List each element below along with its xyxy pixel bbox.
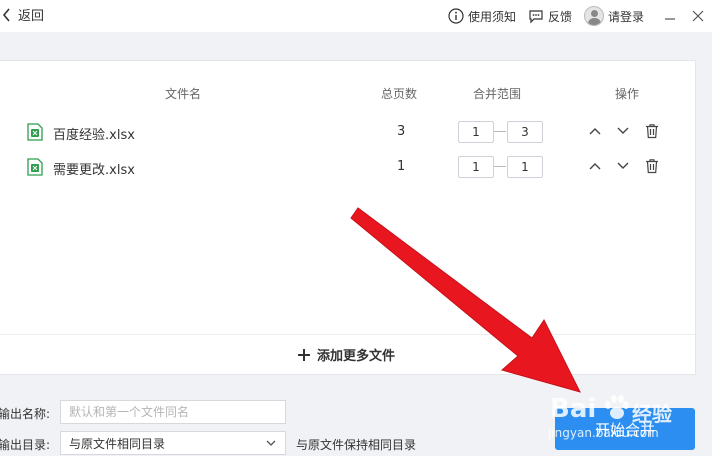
excel-file-icon (27, 158, 43, 176)
minimize-icon (665, 18, 675, 20)
top-bar: 返回 使用须知 反馈 请登录 (0, 0, 712, 32)
output-dir-hint: 与原文件保持相同目录 (296, 438, 417, 452)
output-name-label: 输出名称: (0, 407, 51, 421)
delete-icon[interactable] (644, 123, 660, 139)
output-dir-value: 与原文件相同目录 (69, 436, 166, 451)
login-link[interactable]: 请登录 (583, 6, 644, 26)
column-header-range: 合并范围 (473, 87, 522, 101)
range-separator (494, 166, 506, 167)
move-down-icon[interactable] (615, 123, 631, 139)
back-button[interactable]: 返回 (2, 5, 44, 24)
add-more-files-button[interactable]: 添加更多文件 (0, 334, 695, 374)
start-merge-button[interactable]: 开始合并 (555, 408, 695, 450)
feedback-link[interactable]: 反馈 (528, 8, 572, 25)
table-row: 百度经验.xlsx 3 1 3 (0, 121, 695, 145)
move-down-icon[interactable] (615, 158, 631, 174)
close-icon (692, 10, 704, 22)
chevron-left-icon (2, 7, 10, 22)
avatar-icon (583, 6, 604, 26)
table-row: 需要更改.xlsx 1 1 1 (0, 156, 695, 180)
column-header-actions: 操作 (615, 87, 640, 101)
minimize-button[interactable] (656, 0, 684, 32)
feedback-icon (529, 10, 543, 24)
output-dir-label: 输出目录: (0, 438, 51, 452)
output-dir-select[interactable]: 与原文件相同目录 (60, 431, 286, 455)
close-button[interactable] (684, 0, 712, 32)
excel-file-icon (27, 123, 43, 141)
file-list-panel: 文件名 总页数 合并范围 操作 百度经验.xlsx 3 1 3 需要更改.xls… (0, 60, 696, 375)
plus-icon (297, 348, 310, 361)
move-up-icon[interactable] (587, 158, 603, 174)
range-to-input[interactable]: 1 (507, 156, 543, 178)
column-header-pages: 总页数 (381, 87, 418, 101)
start-merge-label: 开始合并 (594, 420, 655, 439)
column-header-filename: 文件名 (165, 87, 202, 101)
usage-notice-label: 使用须知 (467, 9, 516, 24)
delete-icon[interactable] (644, 158, 660, 174)
chevron-down-icon (266, 440, 276, 446)
range-from-input[interactable]: 1 (458, 121, 494, 143)
feedback-label: 反馈 (547, 9, 572, 24)
total-pages: 1 (397, 159, 406, 174)
range-separator (494, 131, 506, 132)
login-label: 请登录 (607, 9, 644, 24)
range-from-input[interactable]: 1 (458, 156, 494, 178)
back-label: 返回 (18, 9, 45, 24)
move-up-icon[interactable] (587, 123, 603, 139)
file-name: 百度经验.xlsx (53, 128, 135, 143)
file-name: 需要更改.xlsx (53, 163, 135, 178)
output-name-input[interactable] (60, 400, 286, 424)
usage-notice-link[interactable]: 使用须知 (448, 8, 516, 25)
total-pages: 3 (397, 124, 406, 139)
info-icon (448, 8, 464, 24)
range-to-input[interactable]: 3 (507, 121, 543, 143)
add-more-files-label: 添加更多文件 (316, 349, 395, 364)
